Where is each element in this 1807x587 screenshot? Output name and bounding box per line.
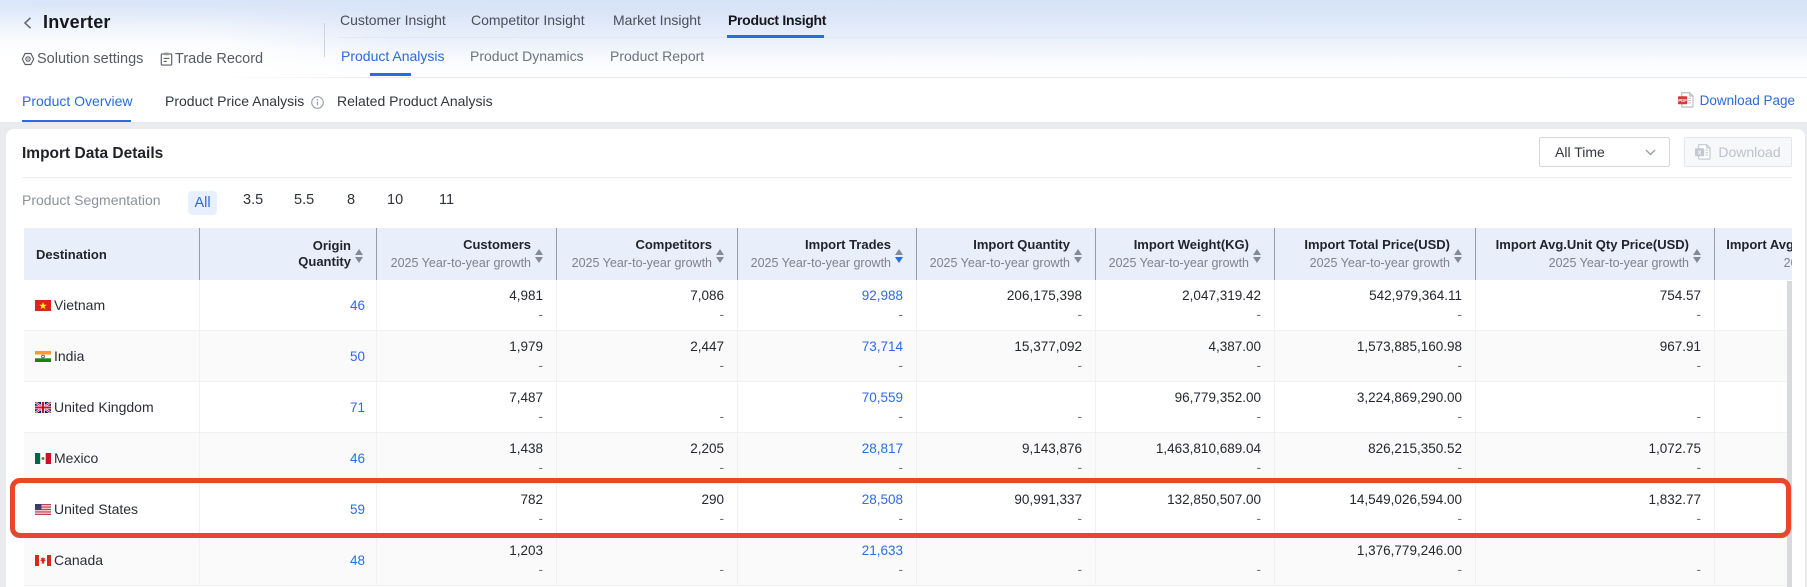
svg-text:PDF: PDF xyxy=(1678,98,1687,103)
svg-text:X: X xyxy=(1698,151,1702,157)
